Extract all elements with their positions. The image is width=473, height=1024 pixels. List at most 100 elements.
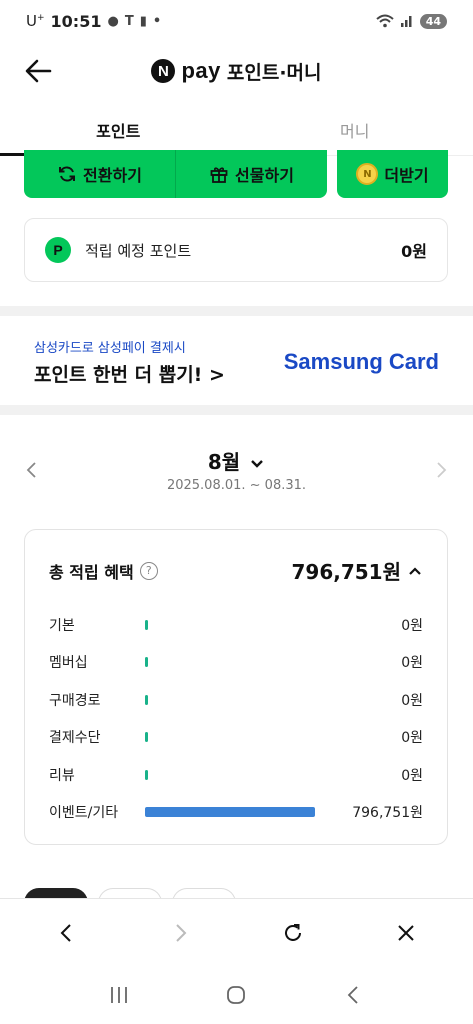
month-range: 2025.08.01. ~ 08.31. xyxy=(166,478,307,493)
benefit-row-label: 기본 xyxy=(49,617,75,634)
status-bar: U+ 10:51 ● T ▮ • 44 xyxy=(0,0,473,42)
benefit-row: 결제수단 0원 xyxy=(49,719,423,757)
benefit-bar xyxy=(145,619,148,630)
status-right: 44 xyxy=(376,13,447,29)
page-title: 포인트·머니 xyxy=(226,61,322,84)
more-notifications-icon: • xyxy=(152,13,162,29)
home-button[interactable] xyxy=(216,975,256,1015)
benefit-row-label: 결제수단 xyxy=(49,730,101,747)
help-icon[interactable]: ? xyxy=(139,561,158,580)
benefit-bar xyxy=(145,657,148,668)
back-button[interactable] xyxy=(22,54,56,88)
chevron-up-icon xyxy=(409,566,421,575)
next-month-button[interactable] xyxy=(429,458,453,482)
browser-forward-button[interactable] xyxy=(160,913,200,953)
gift-label: 선물하기 xyxy=(235,166,294,185)
month-label: 8월 xyxy=(207,450,241,474)
benefit-row-value: 0원 xyxy=(401,617,423,634)
refresh-icon xyxy=(285,923,302,941)
battery-indicator: 44 xyxy=(419,13,447,29)
benefit-row-label: 리뷰 xyxy=(49,767,75,784)
refresh-icon xyxy=(59,166,76,182)
browser-close-button[interactable] xyxy=(386,913,426,953)
benefit-row-value: 0원 xyxy=(401,655,423,672)
tab-money[interactable]: 머니 xyxy=(237,104,473,155)
browser-toolbar xyxy=(0,898,473,966)
convert-label: 전환하기 xyxy=(83,166,142,185)
carrier-label: U+ xyxy=(26,12,45,30)
earn-more-button[interactable]: N 더받기 xyxy=(337,150,448,198)
t-notification-icon: T xyxy=(124,13,134,29)
chevron-left-icon xyxy=(60,923,71,942)
pending-points-value: 0원 xyxy=(401,242,427,261)
benefit-row-label: 구매경로 xyxy=(49,692,101,709)
talk-notification-icon: ● xyxy=(107,13,119,29)
benefit-bar xyxy=(145,807,315,818)
npay-logo: N xyxy=(151,59,176,83)
wifi-icon xyxy=(376,14,394,28)
summary-title: 총 적립 혜택 xyxy=(49,562,134,582)
gift-icon xyxy=(210,167,228,183)
benefit-summary-card: 총 적립 혜택 ? 796,751원 기본 0원 멤버십 0원 구매경로 0원 … xyxy=(24,529,448,845)
chevron-down-icon xyxy=(251,459,263,468)
samsung-card-banner[interactable]: 삼성카드로 삼성페이 결제시 포인트 한번 더 뽑기! > Samsung Ca… xyxy=(0,317,473,407)
benefit-bar-track xyxy=(145,657,315,668)
convert-button[interactable]: 전환하기 xyxy=(24,150,175,198)
coin-icon: N xyxy=(356,163,379,185)
benefit-row: 이벤트/기타 796,751원 xyxy=(49,794,423,832)
summary-total-value: 796,751원 xyxy=(291,560,402,584)
banner-title: 포인트 한번 더 뽑기! > xyxy=(34,364,225,386)
benefit-row-label: 이벤트/기타 xyxy=(49,805,119,822)
gift-button[interactable]: 선물하기 xyxy=(175,150,327,198)
banner-text: 삼성카드로 삼성페이 결제시 포인트 한번 더 뽑기! > xyxy=(34,337,225,387)
pay-word: pay xyxy=(181,58,221,83)
benefit-bar-track xyxy=(145,732,315,743)
status-time: 10:51 xyxy=(50,11,102,31)
section-divider xyxy=(0,306,473,316)
month-dropdown[interactable]: 8월 xyxy=(0,446,473,475)
recent-apps-icon xyxy=(110,987,127,1003)
browser-back-button[interactable] xyxy=(47,913,87,953)
section-divider xyxy=(0,405,473,415)
pending-points-card[interactable]: P 적립 예정 포인트 0원 xyxy=(24,218,448,282)
summary-header: 총 적립 혜택 ? 796,751원 xyxy=(49,556,423,585)
summary-total-toggle[interactable]: 796,751원 xyxy=(292,556,424,585)
action-row: 전환하기 선물하기 N 더받기 xyxy=(24,150,448,198)
recent-apps-button[interactable] xyxy=(99,975,139,1015)
close-icon xyxy=(398,924,415,941)
pending-points-label: 적립 예정 포인트 xyxy=(85,241,192,260)
tab-bar: 포인트 머니 xyxy=(0,104,473,156)
benefit-row: 구매경로 0원 xyxy=(49,681,423,719)
benefit-row: 기본 0원 xyxy=(49,606,423,644)
browser-refresh-button[interactable] xyxy=(273,913,313,953)
point-badge-icon: P xyxy=(45,237,71,263)
benefit-bar xyxy=(145,732,148,743)
app-header: N pay 포인트·머니 xyxy=(0,42,473,100)
benefit-row-value: 0원 xyxy=(401,767,423,784)
month-navigator: 8월 2025.08.01. ~ 08.31. xyxy=(0,440,473,504)
benefit-row-label: 멤버십 xyxy=(49,655,88,672)
benefit-row-value: 0원 xyxy=(401,730,423,747)
benefit-row: 멤버십 0원 xyxy=(49,644,423,682)
signal-icon xyxy=(400,16,412,27)
benefit-bar-track xyxy=(145,807,315,818)
chevron-right-icon xyxy=(176,923,187,942)
benefit-row-value: 796,751원 xyxy=(352,805,423,822)
system-nav-bar xyxy=(0,966,473,1024)
earn-more-label: 더받기 xyxy=(384,166,429,185)
benefit-bar-track xyxy=(145,619,315,630)
benefit-bar xyxy=(145,694,148,705)
chevron-left-icon xyxy=(347,986,358,1004)
header-title-group: N pay 포인트·머니 xyxy=(151,58,322,85)
banner-subtitle: 삼성카드로 삼성페이 결제시 xyxy=(34,341,186,356)
system-back-button[interactable] xyxy=(334,975,374,1015)
benefit-rows: 기본 0원 멤버십 0원 구매경로 0원 결제수단 0원 리뷰 0원 이벤트/기… xyxy=(49,606,423,831)
benefit-bar-track xyxy=(145,769,315,780)
benefit-row-value: 0원 xyxy=(401,692,423,709)
home-icon xyxy=(227,986,246,1004)
tab-points[interactable]: 포인트 xyxy=(0,104,237,156)
samsung-card-logo: Samsung Card xyxy=(283,349,439,374)
benefit-bar xyxy=(145,769,148,780)
benefit-row: 리뷰 0원 xyxy=(49,756,423,794)
benefit-bar-track xyxy=(145,694,315,705)
